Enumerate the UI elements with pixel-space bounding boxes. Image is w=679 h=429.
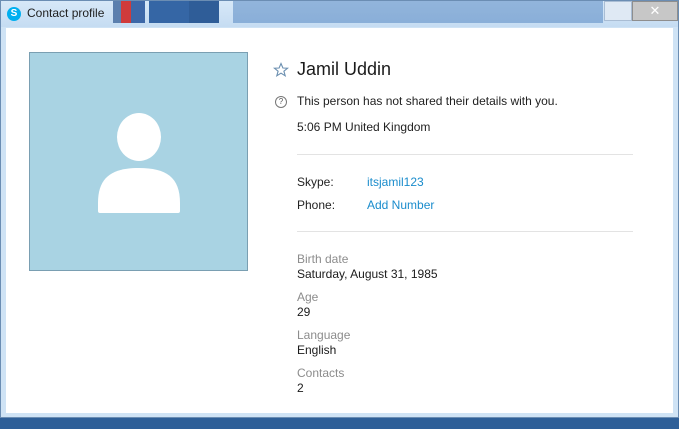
background-app-strip — [233, 1, 603, 23]
taskbar-edge — [0, 418, 679, 429]
help-icon[interactable]: ? — [275, 96, 287, 108]
language-label: Language — [297, 328, 351, 342]
person-placeholder-icon — [98, 113, 180, 213]
age-value: 29 — [297, 305, 311, 319]
skype-icon: S — [7, 7, 21, 21]
phone-label: Phone: — [297, 198, 336, 212]
profile-content: Jamil Uddin ? This person has not shared… — [6, 28, 673, 413]
window-title: Contact profile — [27, 6, 105, 20]
divider — [297, 231, 633, 232]
avatar — [29, 52, 248, 271]
title-bar[interactable]: S Contact profile ✕ — [1, 1, 678, 27]
birth-date-label: Birth date — [297, 252, 349, 266]
add-number-link[interactable]: Add Number — [367, 198, 434, 212]
background-app-strip — [189, 1, 219, 23]
divider — [297, 154, 633, 155]
close-icon: ✕ — [649, 3, 661, 18]
star-outline-icon[interactable] — [273, 62, 289, 78]
close-button[interactable]: ✕ — [632, 1, 678, 21]
maximize-button[interactable] — [604, 1, 632, 21]
privacy-notice: This person has not shared their details… — [297, 94, 558, 108]
contacts-value: 2 — [297, 381, 304, 395]
contact-name: Jamil Uddin — [297, 59, 392, 79]
contacts-label: Contacts — [297, 366, 345, 380]
skype-id-link[interactable]: itsjamil123 — [367, 175, 424, 189]
background-app-strip — [121, 1, 131, 23]
background-app-strip — [113, 1, 121, 23]
age-label: Age — [297, 290, 319, 304]
skype-label: Skype: — [297, 175, 334, 189]
contact-profile-window: S Contact profile ✕ Jamil Uddin ? This p… — [0, 0, 679, 418]
background-app-strip — [149, 1, 189, 23]
language-value: English — [297, 343, 337, 357]
background-app-strip — [131, 1, 145, 23]
birth-date-value: Saturday, August 31, 1985 — [297, 267, 438, 281]
local-time: 5:06 PM United Kingdom — [297, 120, 431, 134]
